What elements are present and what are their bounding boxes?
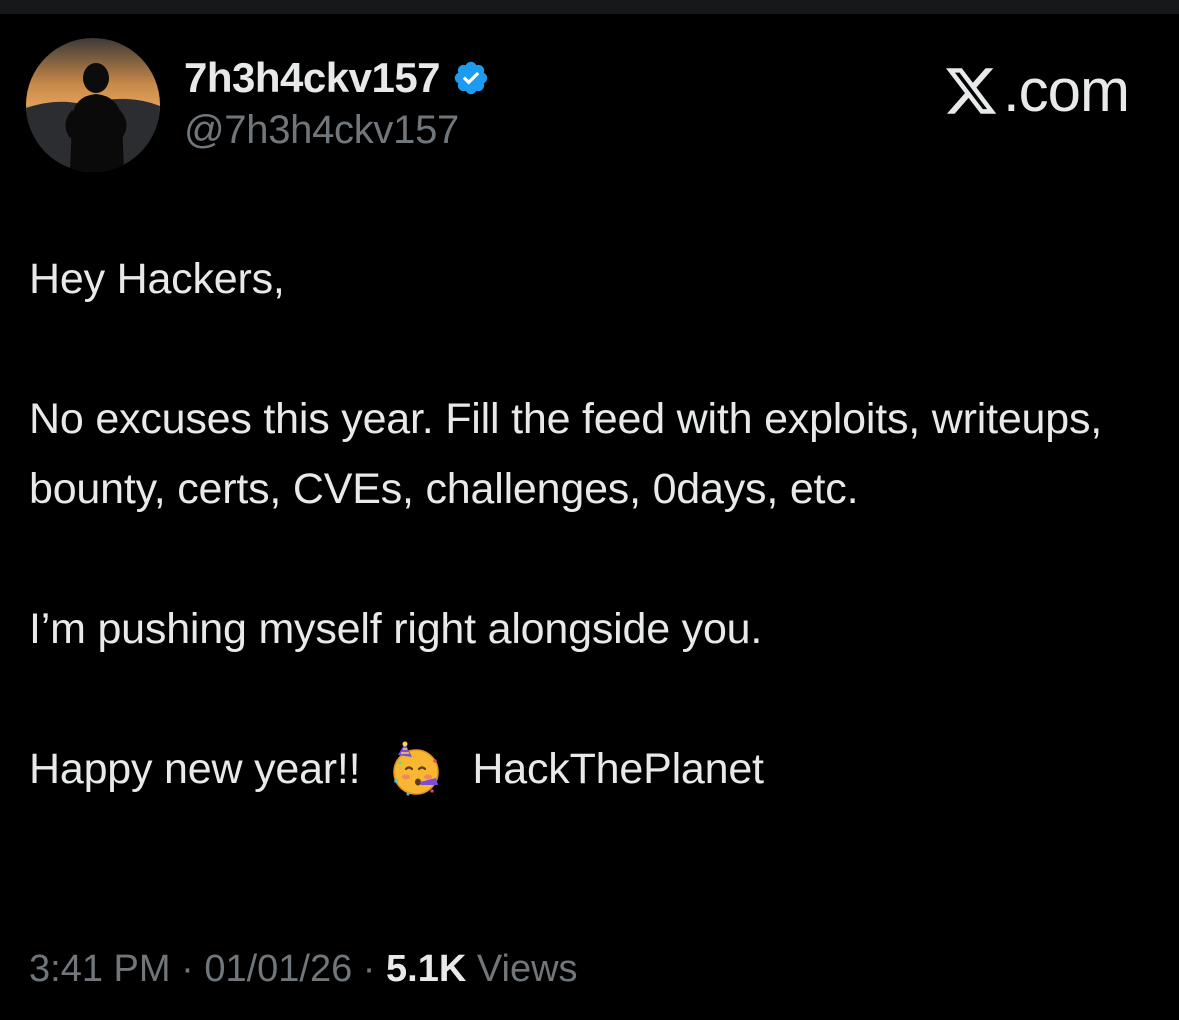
- top-edge-strip: [0, 0, 1179, 14]
- handle[interactable]: @7h3h4ckv157: [184, 108, 490, 153]
- avatar[interactable]: [26, 38, 160, 172]
- tweet-line-pushing: I’m pushing myself right alongside you.: [29, 605, 763, 653]
- hashtag-text[interactable]: HackThePlanet: [472, 734, 764, 804]
- logo-text: .com: [1002, 57, 1130, 124]
- meta-separator: ·: [170, 948, 205, 990]
- post-time[interactable]: 3:41 PM: [29, 948, 171, 990]
- tweet-metadata: 3:41 PM · 01/01/26 · 5.1K Views: [29, 948, 578, 991]
- display-name-row: 7h3h4ckv157: [184, 52, 490, 104]
- author-info: 7h3h4ckv157 @7h3h4ckv157: [184, 52, 490, 153]
- meta-separator: ·: [352, 948, 387, 990]
- views-count[interactable]: 5.1K: [386, 948, 466, 990]
- tweet-line-body: No excuses this year. Fill the feed with…: [29, 395, 1103, 513]
- tweet-line-greeting: Hey Hackers,: [29, 255, 285, 303]
- tweet-line-closing: Happy new year!! HackThePlanet: [29, 734, 1159, 804]
- views-label: Views: [466, 948, 578, 990]
- tweet-text: Hey Hackers, No excuses this year. Fill …: [29, 244, 1159, 804]
- x-logo-icon: [945, 67, 997, 114]
- post-date[interactable]: 01/01/26: [204, 948, 352, 990]
- profile-photo-icon: [26, 38, 160, 172]
- partying-face-emoji: [393, 741, 440, 796]
- verified-badge-icon[interactable]: [452, 59, 490, 97]
- closing-text: Happy new year!!: [29, 745, 361, 793]
- brand-logo: .com: [943, 56, 1130, 125]
- display-name[interactable]: 7h3h4ckv157: [184, 54, 441, 102]
